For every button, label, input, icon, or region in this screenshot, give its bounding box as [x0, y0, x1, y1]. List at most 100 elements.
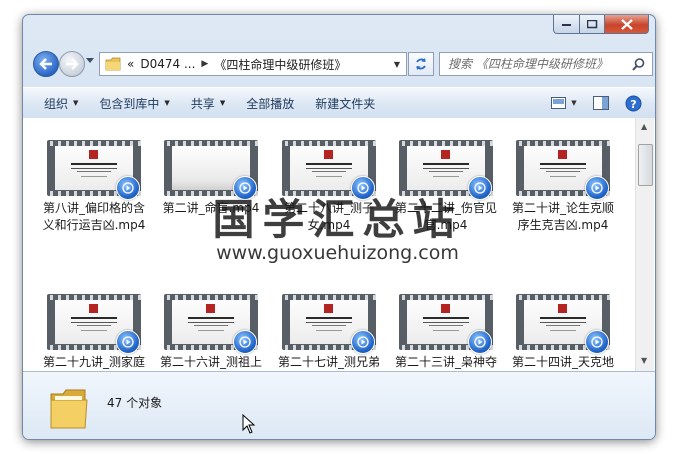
- seal-stamp: [558, 150, 567, 159]
- subtitle-line: [198, 330, 224, 331]
- seal-stamp: [441, 304, 450, 313]
- film-sprockets: [399, 140, 493, 146]
- file-name: 第二十九讲_测家庭婚姻.mp4: [42, 355, 145, 369]
- back-button[interactable]: [33, 51, 59, 77]
- media-player-icon: [468, 330, 492, 354]
- subtitle-line: [81, 330, 107, 331]
- film-sprockets: [516, 140, 610, 146]
- change-view-button[interactable]: ▼: [547, 93, 581, 113]
- share-menu-button[interactable]: 共享 ▼: [191, 95, 225, 112]
- calligraphy-title: [423, 317, 469, 323]
- seal-stamp: [324, 150, 333, 159]
- search-icon: [632, 57, 645, 71]
- preview-pane-button[interactable]: [589, 93, 613, 113]
- film-sprockets: [47, 294, 141, 300]
- scroll-down-icon[interactable]: ▼: [641, 356, 647, 365]
- folder-icon: [50, 389, 88, 429]
- share-label: 共享: [190, 96, 215, 111]
- new-folder-label: 新建文件夹: [315, 96, 376, 111]
- calligraphy-title: [188, 317, 234, 323]
- file-name: 第二十七讲_测兄弟姐妹.mp4: [277, 355, 380, 369]
- minimize-button[interactable]: [553, 15, 580, 34]
- play-icon: [591, 336, 603, 348]
- chevron-down-icon: ▼: [571, 99, 577, 107]
- film-sprockets: [399, 294, 493, 300]
- details-pane: 47 个对象: [23, 371, 655, 439]
- seal-stamp: [558, 304, 567, 313]
- organize-menu-button[interactable]: 组织 ▼: [44, 95, 78, 112]
- play-all-label: 全部播放: [246, 96, 295, 111]
- calligraphy-title: [71, 163, 117, 169]
- film-sprockets: [516, 294, 610, 300]
- media-player-icon: [116, 330, 140, 354]
- search-box[interactable]: [439, 52, 653, 76]
- watermark-url: www.guoxuehuizong.com: [216, 242, 459, 264]
- subtitle-line: [429, 325, 463, 326]
- subtitle-line: [433, 176, 459, 177]
- refresh-button[interactable]: [408, 52, 434, 76]
- organize-label: 组织: [44, 96, 69, 111]
- search-input[interactable]: [448, 57, 628, 71]
- subtitle-line: [312, 171, 346, 172]
- seal-stamp: [441, 150, 450, 159]
- media-player-icon: [351, 330, 375, 354]
- play-icon: [474, 336, 486, 348]
- include-in-library-button[interactable]: 包含到库中 ▼: [99, 95, 169, 112]
- subtitle-line: [550, 176, 576, 177]
- help-button[interactable]: ?: [621, 93, 645, 113]
- calligraphy-title: [71, 317, 117, 323]
- breadcrumb-root[interactable]: D0474 ...: [140, 57, 195, 71]
- breadcrumb-overflow[interactable]: «: [127, 57, 134, 71]
- play-icon: [239, 336, 251, 348]
- maximize-button[interactable]: [580, 15, 605, 34]
- forward-button[interactable]: [59, 51, 85, 77]
- calligraphy-title: [423, 163, 469, 169]
- seal-stamp: [206, 304, 215, 313]
- subtitle-line: [312, 325, 346, 326]
- film-sprockets: [282, 294, 376, 300]
- breadcrumb-current-folder[interactable]: 《四柱命理中级研修班》: [214, 56, 346, 73]
- film-sprockets: [282, 140, 376, 146]
- chevron-down-icon: ▼: [219, 99, 226, 107]
- subtitle-line: [429, 171, 463, 172]
- recent-pages-chevron-icon[interactable]: [86, 58, 94, 64]
- chevron-down-icon: ▼: [164, 99, 170, 107]
- play-all-button[interactable]: 全部播放: [246, 95, 294, 112]
- play-icon: [357, 336, 369, 348]
- file-name: 第二十四讲_天克地冲.mp4: [511, 355, 614, 369]
- new-folder-button[interactable]: 新建文件夹: [315, 95, 375, 112]
- play-icon: [122, 336, 134, 348]
- seal-stamp: [324, 304, 333, 313]
- item-count: 47 个对象: [107, 396, 163, 410]
- film-sprockets: [164, 140, 258, 146]
- forward-arrow-icon: [66, 58, 79, 70]
- subtitle-line: [77, 171, 111, 172]
- scrollbar-thumb[interactable]: [638, 144, 653, 186]
- breadcrumb-separator-icon[interactable]: ▶: [201, 59, 208, 69]
- subtitle-line: [316, 176, 342, 177]
- film-sprockets: [47, 140, 141, 146]
- svg-text:?: ?: [630, 98, 636, 111]
- media-player-icon: [233, 330, 257, 354]
- subtitle-line: [550, 330, 576, 331]
- mouse-cursor-icon: [242, 414, 256, 434]
- subtitle-line: [546, 171, 580, 172]
- subtitle-line: [316, 330, 342, 331]
- film-sprockets: [164, 294, 258, 300]
- help-icon: ?: [625, 95, 641, 111]
- media-player-icon: [585, 330, 609, 354]
- seal-stamp: [89, 150, 98, 159]
- preview-pane-icon: [593, 96, 609, 110]
- chevron-down-icon: ▼: [73, 99, 79, 107]
- subtitle-line: [77, 325, 111, 326]
- scroll-up-icon[interactable]: ▲: [641, 122, 647, 131]
- file-name: 第二十六讲_测祖上和父母.mp4: [159, 355, 262, 369]
- seal-stamp: [89, 304, 98, 313]
- include-library-label: 包含到库中: [99, 96, 160, 111]
- address-dropdown-icon[interactable]: ▼: [394, 60, 400, 69]
- subtitle-line: [81, 176, 107, 177]
- back-arrow-icon: [39, 58, 52, 70]
- address-bar[interactable]: « D0474 ... ▶ 《四柱命理中级研修班》 ▼: [99, 52, 407, 76]
- close-button[interactable]: [605, 15, 649, 34]
- command-bar: 组织 ▼ 包含到库中 ▼ 共享 ▼ 全部播放 新建文件夹 ▼ ?: [23, 87, 655, 119]
